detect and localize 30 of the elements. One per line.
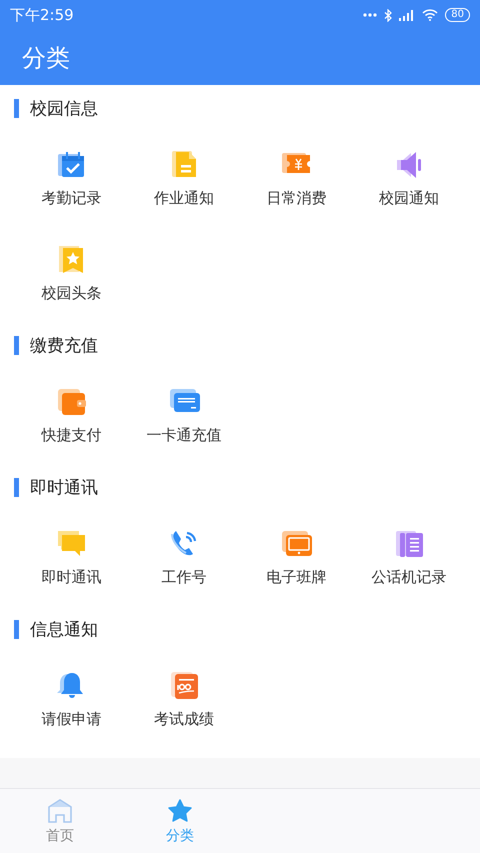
category-label[interactable]: 日常消费 [266, 188, 326, 208]
home-icon [47, 798, 73, 824]
category-label[interactable]: 作业通知 [154, 188, 214, 208]
category-label[interactable]: 即时通讯 [41, 567, 102, 587]
status-time: 下午2:59 [10, 6, 74, 24]
category-label[interactable]: 校园通知 [378, 188, 439, 208]
category-label[interactable]: 电子班牌 [266, 567, 326, 587]
star-icon [167, 798, 193, 824]
section-marker [14, 99, 19, 118]
category-label[interactable]: 工作号 [161, 567, 206, 587]
category-label[interactable]: 一卡通充值 [146, 425, 222, 445]
section-marker [14, 478, 19, 497]
section-title: 即时通讯 [30, 477, 98, 499]
dots-icon [363, 13, 378, 17]
category-label[interactable]: 考试成绩 [154, 709, 214, 729]
section-marker [14, 336, 19, 355]
category-label[interactable]: 公话机记录 [371, 567, 446, 587]
category-label[interactable]: 校园头条 [41, 283, 102, 303]
battery-indicator: 80 [445, 8, 470, 22]
bluetooth-icon [384, 8, 392, 22]
wifi-icon [422, 9, 438, 21]
section-title: 校园信息 [30, 98, 98, 120]
section-title: 信息通知 [30, 619, 98, 641]
section-title: 缴费充值 [30, 335, 98, 357]
signal-icon [399, 9, 416, 21]
category-label[interactable]: 请假申请 [41, 709, 102, 729]
section-marker [14, 620, 19, 639]
page-title: 分类 [22, 42, 70, 74]
category-label[interactable]: 快捷支付 [41, 425, 102, 445]
category-label[interactable]: 考勤记录 [41, 188, 102, 208]
